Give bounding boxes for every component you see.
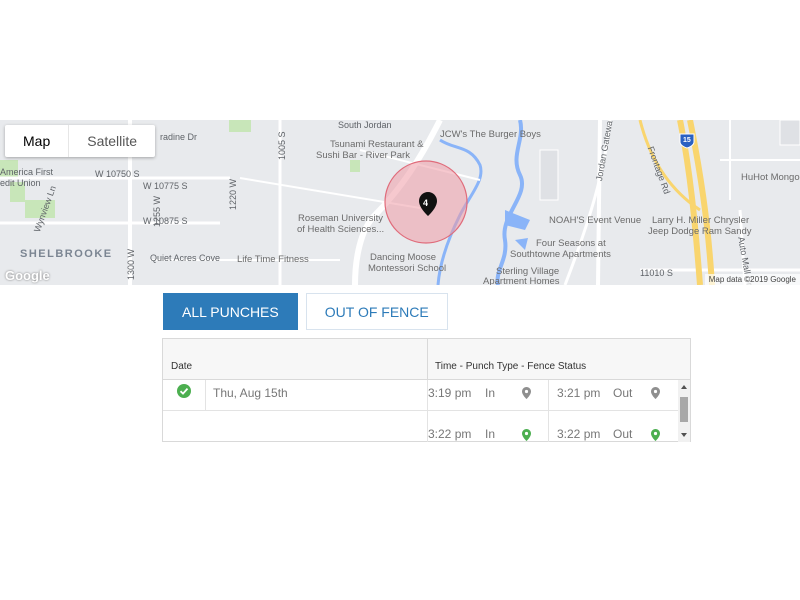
label-tsunami-2: Sushi Bar - River Park — [316, 150, 410, 161]
punch-out-type: Out — [613, 427, 633, 441]
punch-in-time: 3:22 pm — [428, 427, 472, 441]
google-logo: Google — [5, 268, 50, 283]
punch-in-type: In — [485, 386, 496, 400]
label-quiet-acres: Quiet Acres Cove — [150, 253, 221, 263]
label-i15: 15 — [683, 137, 691, 144]
fence-status-pin-icon[interactable] — [522, 387, 531, 399]
scroll-up-arrow-icon[interactable] — [681, 385, 687, 389]
cell-divider — [548, 411, 549, 442]
label-radine: radine Dr — [160, 132, 198, 142]
label-larry-2: Jeep Dodge Ram Sandy — [648, 226, 752, 237]
map-attribution[interactable]: Map data ©2019 Google — [704, 274, 800, 285]
check-circle-icon — [177, 384, 191, 398]
label-noahs: NOAH'S Event Venue — [549, 215, 642, 226]
scroll-down-arrow-icon[interactable] — [681, 433, 687, 437]
label-four-seasons-1: Four Seasons at — [536, 238, 606, 249]
fence-status-pin-icon[interactable] — [651, 387, 660, 399]
punch-in-time: 3:19 pm — [428, 386, 472, 400]
row-date: Thu, Aug 15th — [213, 386, 288, 400]
label-roseman-1: Roseman University — [298, 213, 383, 224]
cell-divider — [548, 380, 549, 411]
table-header: Date Time - Punch Type - Fence Status — [163, 339, 690, 380]
label-1220w: 1220 W — [228, 178, 238, 210]
scroll-thumb[interactable] — [680, 397, 688, 422]
punch-in-type: In — [485, 427, 496, 441]
punch-out-time: 3:21 pm — [557, 386, 601, 400]
label-11010: 11010 S — [640, 268, 673, 278]
label-roseman-2: of Health Sciences... — [297, 224, 385, 235]
column-header-date: Date — [171, 361, 193, 372]
label-four-seasons-2: Southtowne Apartments — [510, 249, 611, 260]
label-credit-union: edit Union — [0, 178, 41, 188]
label-w10775: W 10775 S — [143, 181, 188, 191]
table-scrollbar[interactable] — [678, 380, 690, 442]
label-huhot: HuHot Mongo — [741, 172, 800, 183]
table-row[interactable]: Thu, Aug 15th 3:19 pm In 3:21 pm Out — [163, 380, 678, 411]
punch-out-type: Out — [613, 386, 633, 400]
fence-status-pin-icon[interactable] — [651, 429, 660, 441]
column-header-details: Time - Punch Type - Fence Status — [435, 361, 587, 372]
label-jcws: JCW's The Burger Boys — [440, 129, 541, 140]
punch-table: Date Time - Punch Type - Fence Status Th… — [162, 338, 691, 442]
area-label-shelbrooke: SHELBROOKE — [20, 248, 113, 260]
label-dancing-2: Montessori School — [368, 263, 447, 274]
marker-number: 4 — [423, 198, 429, 208]
tab-all-punches[interactable]: ALL PUNCHES — [163, 293, 298, 330]
label-tsunami-1: Tsunami Restaurant & — [330, 139, 424, 150]
label-1300w: 1300 W — [126, 248, 136, 280]
cell-divider — [205, 380, 206, 411]
punch-filter-tabs: ALL PUNCHES OUT OF FENCE — [163, 293, 448, 330]
label-1005s: 1005 S — [277, 131, 287, 160]
punch-out-time: 3:22 pm — [557, 427, 601, 441]
label-1255w: 1255 W — [152, 195, 162, 227]
label-america-first: America First — [0, 167, 54, 177]
label-dancing-1: Dancing Moose — [370, 252, 437, 263]
map-type-satellite-button[interactable]: Satellite — [69, 125, 155, 157]
label-south-jordan: South Jordan — [338, 120, 392, 130]
label-lifetime: Life Time Fitness — [237, 254, 309, 265]
label-w10750: W 10750 S — [95, 169, 140, 179]
label-larry-1: Larry H. Miller Chrysler — [652, 215, 750, 226]
label-w10875: W 10875 S — [143, 216, 188, 226]
label-sterling-2: Apartment Homes — [483, 276, 560, 285]
tab-out-of-fence[interactable]: OUT OF FENCE — [305, 293, 448, 330]
header-divider — [427, 339, 428, 380]
table-row[interactable]: 3:22 pm In 3:22 pm Out — [163, 411, 678, 442]
map-type-toggle[interactable]: Map Satellite — [5, 125, 156, 157]
map-type-map-button[interactable]: Map — [5, 125, 68, 157]
fence-status-pin-icon[interactable] — [522, 429, 531, 441]
